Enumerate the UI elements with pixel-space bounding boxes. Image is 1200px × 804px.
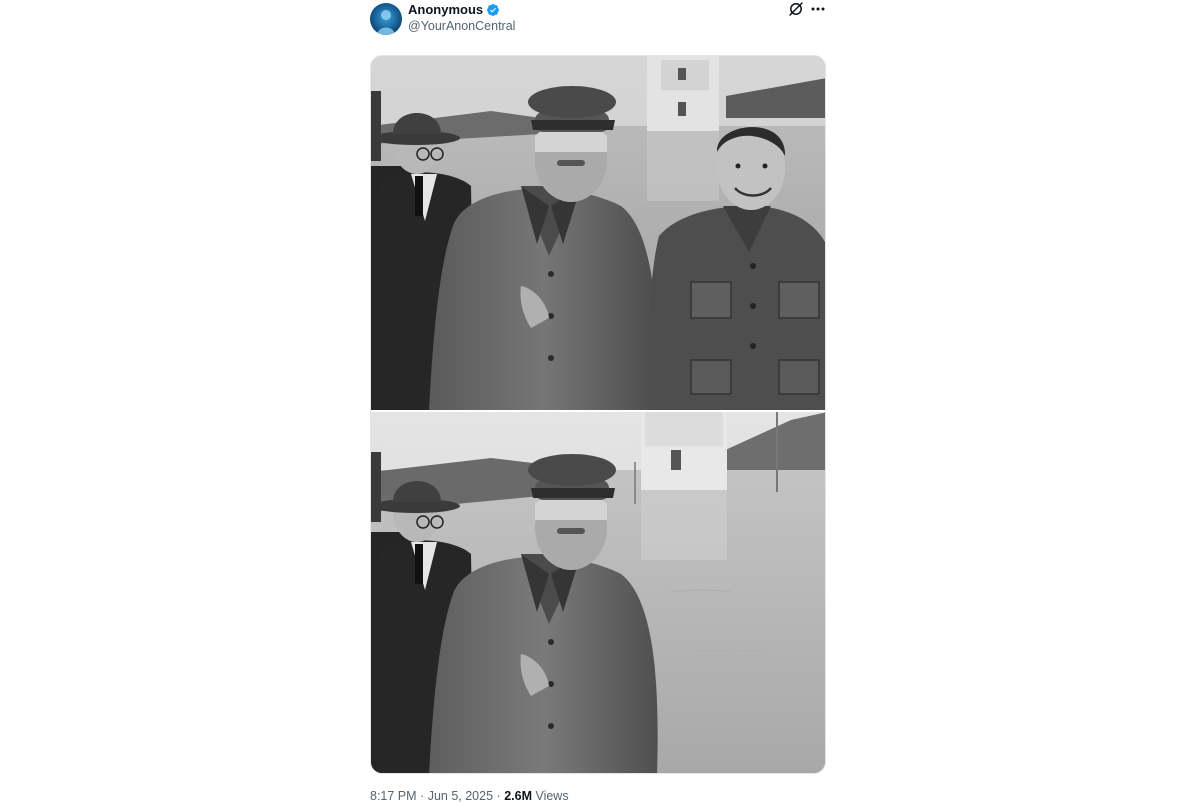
tweet-header: Anonymous @YourAnonCentral [370,0,826,40]
author-info: Anonymous @YourAnonCentral [408,1,515,35]
author-display-name[interactable]: Anonymous [408,1,483,18]
tweet-time[interactable]: 8:17 PM [370,789,417,803]
views-count[interactable]: 2.6M [504,789,532,803]
avatar[interactable] [370,3,402,35]
photo-2-image [371,412,825,773]
tweet-date[interactable]: Jun 5, 2025 [428,789,493,803]
tweet-metadata: 8:17 PM · Jun 5, 2025 · 2.6M Views [370,788,569,804]
photo-1[interactable] [371,56,825,410]
verified-badge-icon [487,3,500,16]
meta-separator: · [420,789,425,803]
tweet-media-grid[interactable] [370,55,826,774]
photo-1-image [371,56,825,410]
avatar-figure-icon [377,10,395,35]
photo-2[interactable] [371,412,825,773]
author-handle[interactable]: @YourAnonCentral [408,18,515,35]
grok-icon[interactable] [788,1,804,17]
meta-separator: · [496,789,501,803]
tweet: Anonymous @YourAnonCentral 8:17 PM · Jun… [370,0,826,803]
views-label: Views [535,789,569,803]
more-options-icon[interactable] [810,1,826,17]
